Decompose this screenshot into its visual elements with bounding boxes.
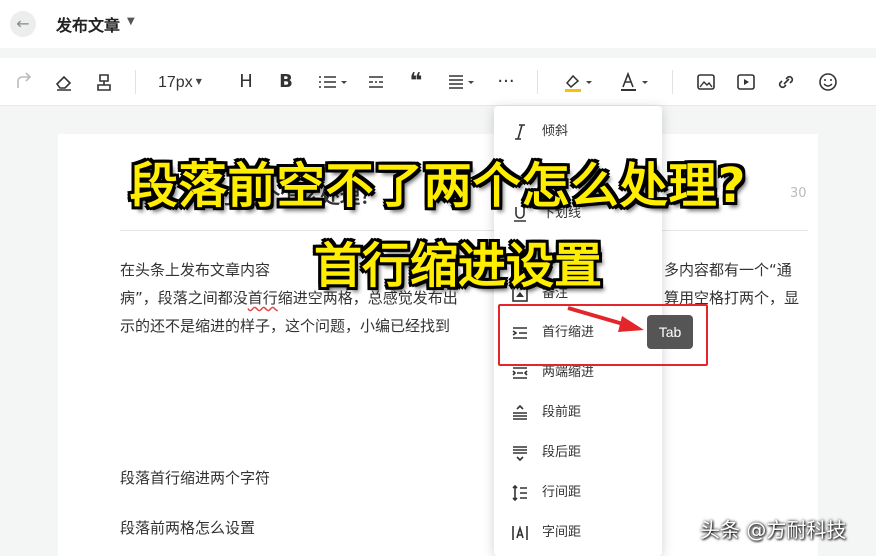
space-after-icon xyxy=(510,443,530,463)
menu-item-label: 段前距 xyxy=(542,405,582,420)
list-icon[interactable] xyxy=(316,70,348,94)
quote-icon[interactable]: ❝ xyxy=(406,70,426,94)
font-size-value: 17px xyxy=(158,74,193,91)
divider-line-icon[interactable] xyxy=(366,70,386,94)
red-arrow-icon xyxy=(567,306,644,332)
back-arrow-icon[interactable]: ← xyxy=(10,11,36,37)
editor-toolbar: 17px ▼ H B ❝ ··· xyxy=(0,58,876,106)
menu-item-label: 倾斜 xyxy=(542,124,569,139)
menu-item-letter-spacing[interactable]: 字间距 xyxy=(494,515,662,551)
font-color-icon[interactable] xyxy=(618,70,652,94)
menu-item-label: 段后距 xyxy=(542,445,582,460)
more-icon[interactable]: ··· xyxy=(496,70,516,94)
menu-item-line-height[interactable]: 行间距 xyxy=(494,475,662,511)
link-icon[interactable] xyxy=(776,70,796,94)
align-icon[interactable] xyxy=(446,70,478,94)
chevron-down-icon: ▼ xyxy=(195,77,202,86)
highlight-color-icon[interactable] xyxy=(562,70,596,94)
menu-item-label: 行间距 xyxy=(542,485,582,500)
format-painter-icon[interactable] xyxy=(94,70,114,94)
chevron-down-icon[interactable]: ▼ xyxy=(127,16,135,27)
eraser-icon[interactable] xyxy=(54,70,74,94)
both-sides-indent-icon xyxy=(510,363,530,383)
overlay-caption: 首行缩进设置 xyxy=(313,238,602,294)
menu-item-space-after[interactable]: 段后距 xyxy=(494,435,662,471)
space-before-icon xyxy=(510,403,530,423)
video-icon[interactable] xyxy=(736,70,756,94)
body-paragraph[interactable]: 段落首行缩进两个字符 xyxy=(120,464,810,492)
page-title[interactable]: 发布文章 xyxy=(56,12,120,36)
emoji-icon[interactable] xyxy=(818,70,838,94)
bold-icon[interactable]: B xyxy=(276,70,296,94)
toolbar-divider xyxy=(135,70,136,94)
watermark: 头条 @方耐科技 xyxy=(700,518,847,542)
image-icon[interactable] xyxy=(696,70,716,94)
letter-spacing-icon xyxy=(510,523,530,543)
menu-item-label: 字间距 xyxy=(542,525,582,540)
font-size-select[interactable]: 17px ▼ xyxy=(158,70,222,94)
redo-icon[interactable] xyxy=(14,70,34,94)
toolbar-divider xyxy=(672,70,673,94)
menu-item-space-before[interactable]: 段前距 xyxy=(494,395,662,431)
menu-item-label: 两端缩进 xyxy=(542,365,595,380)
italic-icon xyxy=(510,122,530,142)
toolbar-divider xyxy=(537,70,538,94)
line-height-icon xyxy=(510,483,530,503)
top-bar: ← 发布文章 ▼ xyxy=(0,0,876,48)
menu-item-italic[interactable]: 倾斜 xyxy=(494,114,662,150)
heading-icon[interactable]: H xyxy=(236,70,256,94)
overlay-caption: 段落前空不了两个怎么处理? xyxy=(129,158,747,214)
